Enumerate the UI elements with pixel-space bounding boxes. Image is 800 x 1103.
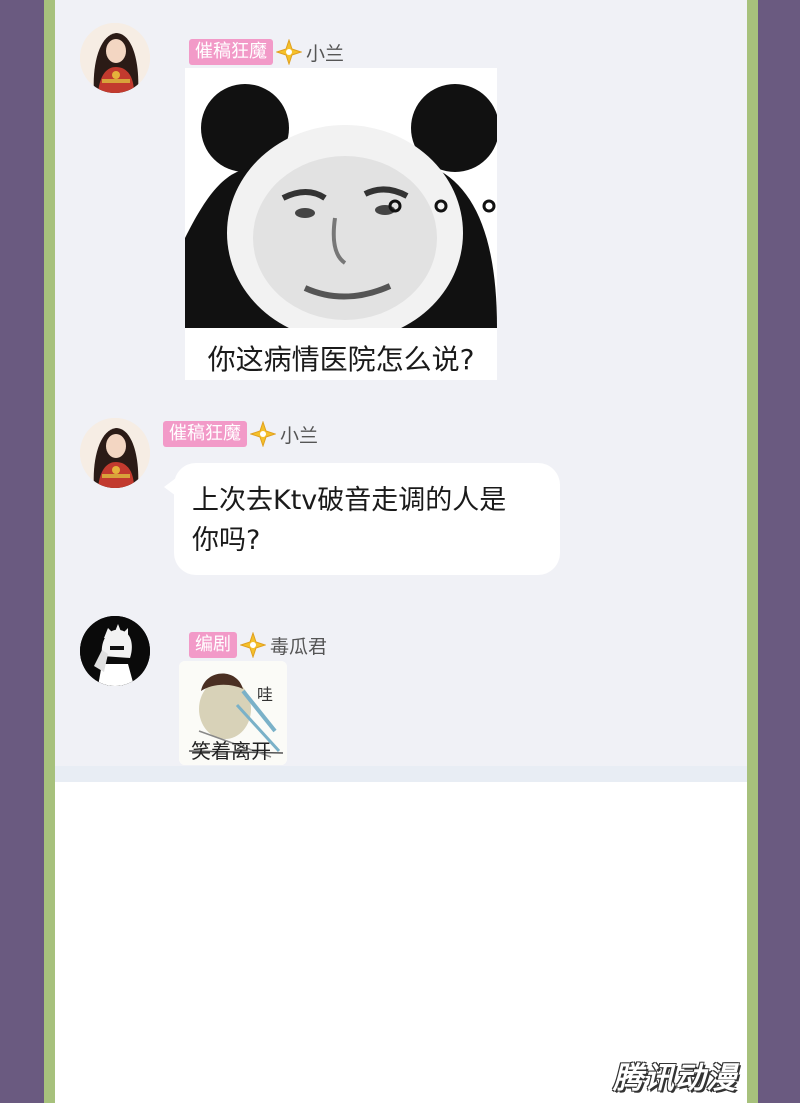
text-message-bubble[interactable]: 上次去Ktv破音走调的人是 你吗? <box>174 463 560 575</box>
sender-row: 催稿狂魔 小兰 <box>163 420 318 448</box>
avatar-xiaolan[interactable] <box>80 23 150 93</box>
leaving-meme-sticker[interactable]: 哇 笑着离开 <box>179 661 287 765</box>
panda-meme-sticker[interactable]: 你这病情医院怎么说? <box>185 68 497 380</box>
avatar-duguajun[interactable] <box>80 616 150 686</box>
role-tag: 编剧 <box>189 632 237 658</box>
chat-window: 催稿狂魔 小兰 你这病情医院怎么说? 催稿狂魔 小兰 上次去Ktv破音走调的人是… <box>55 0 747 1103</box>
sender-name: 小兰 <box>306 42 345 65</box>
sticker-caption: 笑着离开 <box>191 739 271 763</box>
panda-face-image <box>185 68 497 341</box>
vip-star-icon <box>276 39 302 65</box>
vip-star-icon <box>240 632 266 658</box>
message-text-line: 你吗? <box>192 525 261 556</box>
sticker-caption: 你这病情医院怎么说? <box>207 343 475 376</box>
watermark-logo: 腾讯动漫 <box>613 1061 737 1096</box>
sender-name: 毒瓜君 <box>270 635 328 658</box>
message-text-line: 上次去Ktv破音走调的人是 <box>192 485 507 516</box>
sender-name: 小兰 <box>280 424 319 447</box>
sticker-sfx-text: 哇 <box>257 685 274 704</box>
role-tag: 催稿狂魔 <box>189 39 273 65</box>
message-list[interactable]: 催稿狂魔 小兰 你这病情医院怎么说? 催稿狂魔 小兰 上次去Ktv破音走调的人是… <box>55 0 747 768</box>
avatar-xiaolan[interactable] <box>80 418 150 488</box>
sender-row: 编剧 毒瓜君 <box>189 631 327 659</box>
sender-row: 催稿狂魔 小兰 <box>189 38 344 66</box>
chat-bottom-divider <box>55 766 747 782</box>
vip-star-icon <box>250 421 276 447</box>
role-tag: 催稿狂魔 <box>163 421 247 447</box>
